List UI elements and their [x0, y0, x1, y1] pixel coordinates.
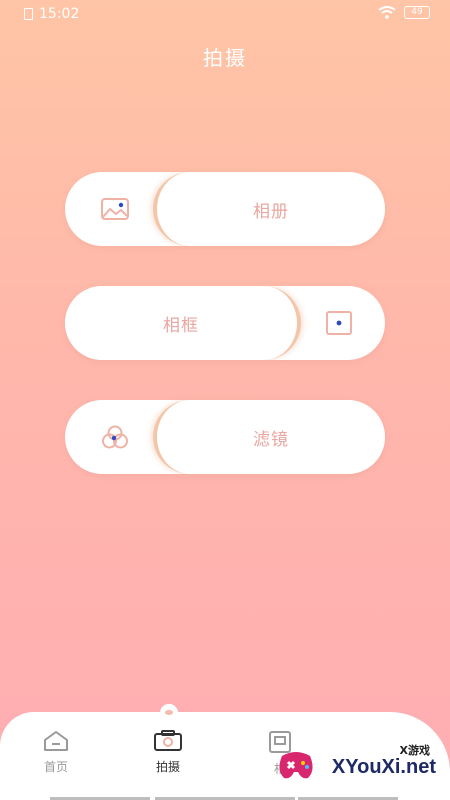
wifi-icon [378, 6, 396, 19]
album-button[interactable]: 相册 [65, 172, 385, 246]
nav-home[interactable]: 首页 [21, 730, 91, 775]
filter-button[interactable]: 滤镜 [65, 400, 385, 474]
watermark-main: XYouXi.net [331, 756, 436, 778]
page-title: 拍摄 [203, 46, 247, 70]
status-bar: 15:02 49 [0, 0, 450, 30]
frame-label: 相框 [65, 286, 301, 360]
frame-button[interactable]: 相框 [65, 286, 385, 360]
nav-shoot-label: 拍摄 [155, 760, 180, 774]
gamepad-logo-icon [279, 752, 313, 779]
nav-home-label: 首页 [43, 760, 68, 774]
filter-label: 滤镜 [153, 400, 385, 474]
watermark: X游戏 XYouXi.net [276, 742, 444, 790]
frame-icon [326, 311, 352, 335]
filter-icon [102, 425, 128, 449]
home-icon [44, 731, 68, 751]
sim-card-icon [24, 8, 33, 20]
nav-shoot[interactable]: 拍摄 [133, 730, 203, 775]
album-label: 相册 [153, 172, 385, 246]
camera-icon [154, 730, 182, 751]
image-icon [101, 198, 129, 220]
status-time: 15:02 [39, 6, 80, 22]
nav-active-indicator [160, 704, 178, 722]
battery-icon: 49 [404, 6, 430, 19]
